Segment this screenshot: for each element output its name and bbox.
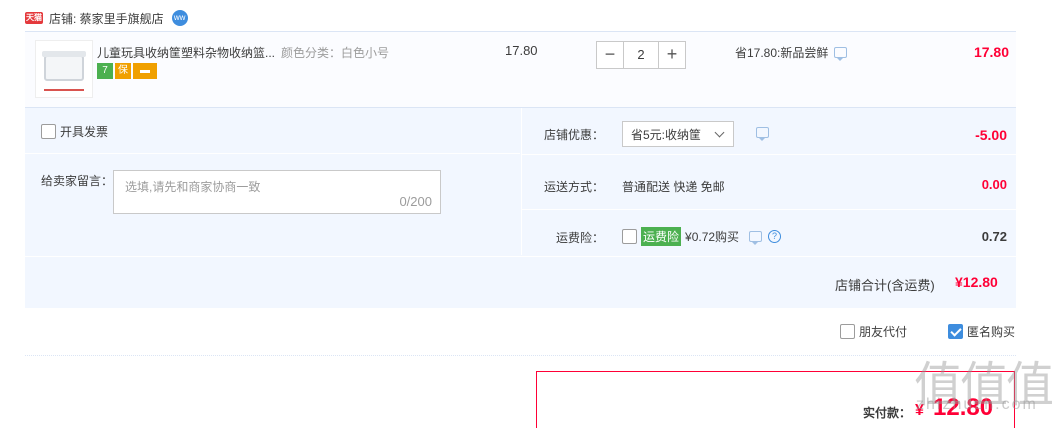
wangwang-chat-icon[interactable]: ww (171, 10, 188, 26)
help-icon[interactable]: ? (768, 230, 782, 243)
tmall-icon: 天猫 (25, 12, 43, 24)
message-label: 给卖家留言： (41, 174, 114, 188)
quantity-stepper: − 2 + (596, 41, 686, 69)
divider (522, 209, 1017, 210)
coupon-info-icon[interactable] (756, 127, 769, 141)
service-badges: 7 保 ▬ (97, 63, 157, 79)
anonymous-label: 匿名购买 (967, 325, 1016, 339)
order-options-panel: 开具发票 给卖家留言： 选填,请先和商家协商一致 0/200 店铺优惠： 省5元… (25, 107, 1017, 308)
insurance-checkbox[interactable] (622, 229, 637, 244)
promotion-info-icon[interactable] (834, 47, 848, 61)
item-promotion: 省17.80:新品尝鲜 (735, 44, 848, 61)
coupon-selected-value: 省5元:收纳筐 (631, 127, 702, 142)
anonymous-checkbox[interactable] (948, 324, 963, 339)
chevron-down-icon (714, 127, 725, 138)
payment-label: 实付款： (863, 406, 912, 420)
quantity-input[interactable]: 2 (624, 41, 658, 69)
insurance-label: 运费险： (555, 231, 604, 245)
storage-box-image (42, 51, 86, 81)
coupon-label: 店铺优惠： (543, 128, 604, 142)
shop-total-row: 店铺合计(含运费) ¥12.80 (25, 256, 1016, 308)
product-title-link[interactable]: 儿童玩具收纳筐塑料杂物收纳篮... (97, 44, 277, 61)
credit-card-icon[interactable]: ▬ (133, 63, 157, 79)
shop-total-label: 店铺合计(含运费) (835, 278, 935, 293)
order-item-row: 儿童玩具收纳筐塑料杂物收纳篮... 颜色分类：白色小号 7 保 ▬ 17.80 … (25, 31, 1016, 107)
quantity-increase-button[interactable]: + (658, 41, 686, 69)
shipping-label: 运送方式： (543, 180, 604, 194)
unit-price: 17.80 (505, 43, 538, 58)
invoice-option[interactable]: 开具发票 (41, 123, 108, 140)
insurance-info-icon[interactable] (749, 231, 763, 245)
product-sku: 颜色分类：白色小号 (281, 46, 390, 60)
insurance-option: 运费险 ¥0.72购买 ? (622, 227, 782, 246)
divider (25, 355, 1016, 356)
insurance-tag: 运费险 (641, 227, 682, 246)
shipping-method: 普通配送 快递 免邮 (622, 180, 725, 194)
invoice-label: 开具发票 (60, 125, 109, 139)
invoice-section: 开具发票 (25, 108, 520, 154)
friend-pay-option[interactable]: 朋友代付 (840, 323, 907, 340)
shop-total-value: ¥12.80 (955, 274, 998, 290)
site-watermark-url: zhizhuzh.com (916, 396, 1038, 413)
quantity-decrease-button[interactable]: − (596, 41, 624, 69)
message-char-count: 0/200 (399, 194, 432, 209)
insurance-price: 0.72 (981, 229, 1007, 244)
thumbnail-caption-line (44, 89, 84, 91)
seller-message-input[interactable]: 选填,请先和商家协商一致 0/200 (113, 170, 441, 214)
coupon-select[interactable]: 省5元:收纳筐 (622, 121, 734, 147)
product-thumbnail[interactable] (35, 40, 93, 98)
friend-pay-label: 朋友代付 (859, 325, 908, 339)
shop-header: 天猫 店铺: 蔡家里手旗舰店 ww (25, 8, 188, 28)
coupon-amount: -5.00 (975, 127, 1007, 143)
invoice-checkbox[interactable] (41, 124, 56, 139)
anonymous-purchase-option[interactable]: 匿名购买 (948, 323, 1015, 340)
guarantee-icon[interactable]: 保 (115, 63, 131, 79)
friend-pay-checkbox[interactable] (840, 324, 855, 339)
item-subtotal: 17.80 (973, 44, 1009, 60)
insurance-price-text: ¥0.72购买 (685, 230, 740, 244)
seven-day-return-icon[interactable]: 7 (97, 63, 113, 79)
message-placeholder: 选填,请先和商家协商一致 (125, 180, 261, 194)
promotion-text: 省17.80:新品尝鲜 (735, 46, 829, 60)
shop-name-link[interactable]: 店铺: 蔡家里手旗舰店 (49, 10, 164, 27)
order-extras-column: 店铺优惠： 省5元:收纳筐 -5.00 运送方式： 普通配送 快递 免邮 0.0… (521, 108, 1017, 255)
shipping-price: 0.00 (981, 177, 1007, 192)
divider (522, 154, 1017, 155)
